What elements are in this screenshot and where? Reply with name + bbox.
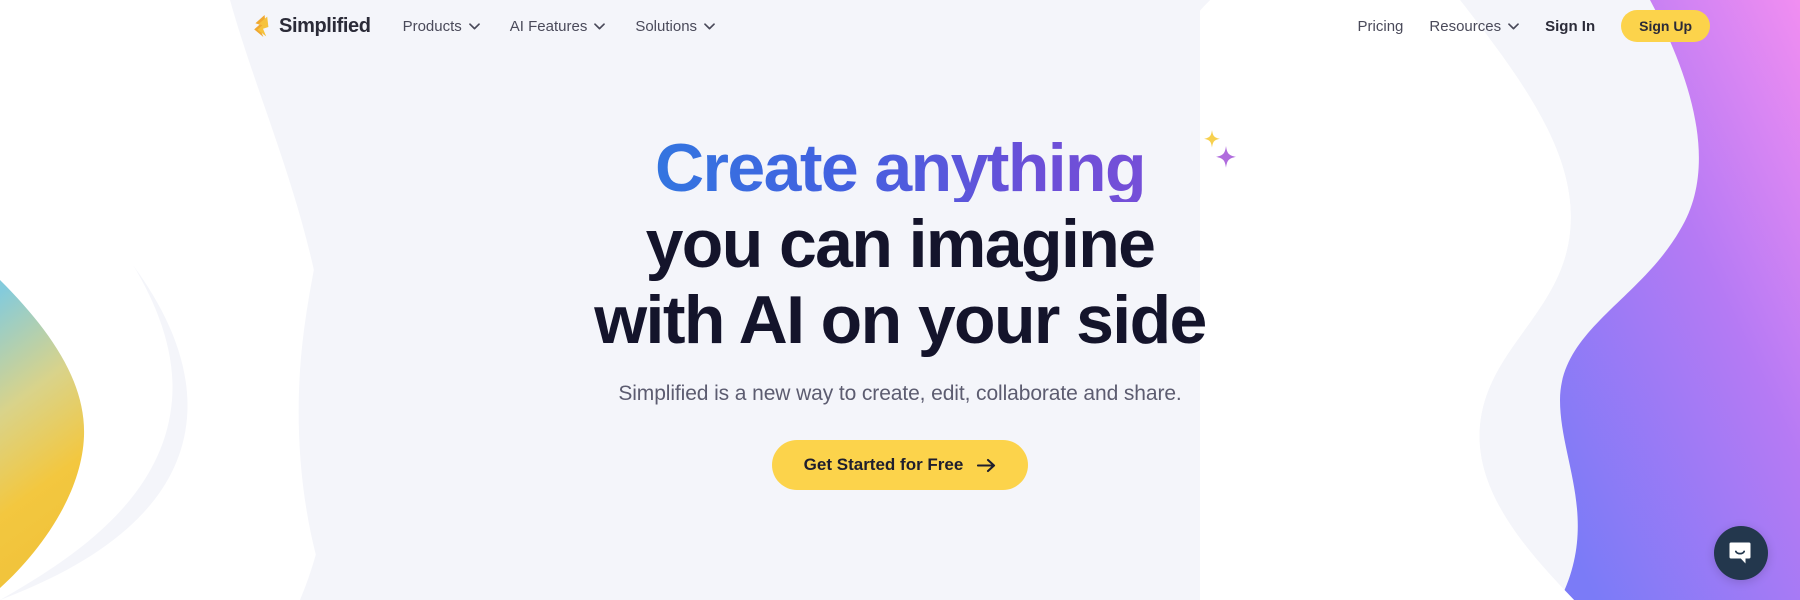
simplified-bolt-logo-icon (254, 15, 269, 37)
chevron-down-icon (1508, 22, 1519, 29)
nav-primary-links: Products AI Features Solutions (403, 18, 715, 35)
nav-item-ai-features[interactable]: AI Features (510, 18, 606, 35)
get-started-label: Get Started for Free (803, 455, 964, 474)
sparkle-yellow-icon (1203, 130, 1220, 148)
brand-name: Simplified (279, 15, 371, 37)
chat-launcher-button[interactable] (1714, 526, 1768, 580)
sign-up-button[interactable]: Sign Up (1621, 10, 1710, 42)
top-navigation-bar: Simplified Products AI Features Solution… (0, 0, 1800, 52)
nav-item-solutions[interactable]: Solutions (635, 18, 715, 35)
hero-section: Create anything you can imagine with AI … (0, 52, 1800, 490)
nav-item-products[interactable]: Products (403, 18, 480, 35)
nav-secondary-links: Pricing Resources Sign In Sign Up (1358, 10, 1760, 42)
hero-cta-container: Get Started for Free (0, 440, 1800, 490)
chevron-down-icon (468, 22, 480, 29)
nav-item-label: Pricing (1357, 17, 1404, 35)
sparkle-decoration (1203, 130, 1236, 168)
sign-in-link[interactable]: Sign In (1545, 18, 1595, 35)
brand-logo[interactable]: Simplified (252, 15, 371, 37)
sparkle-purple-icon (1215, 146, 1236, 168)
chevron-down-icon (594, 22, 606, 29)
nav-item-resources[interactable]: Resources (1429, 18, 1519, 35)
get-started-button[interactable]: Get Started for Free (771, 440, 1029, 490)
chat-bubble-icon (1729, 542, 1751, 564)
headline-line-1: Create anything (594, 134, 1206, 202)
headline-line-3: with AI on your side (594, 282, 1207, 358)
chevron-down-icon (704, 22, 715, 29)
arrow-right-icon (977, 458, 996, 472)
nav-item-label: Solutions (635, 17, 698, 35)
nav-item-pricing[interactable]: Pricing (1358, 18, 1404, 35)
nav-item-label: AI Features (509, 17, 588, 35)
nav-item-label: Products (402, 17, 462, 35)
nav-item-label: Resources (1429, 17, 1502, 35)
hero-subheadline: Simplified is a new way to create, edit,… (618, 382, 1182, 405)
headline-line-2: you can imagine (645, 206, 1156, 282)
hero-headline: Create anything you can imagine with AI … (594, 130, 1236, 358)
